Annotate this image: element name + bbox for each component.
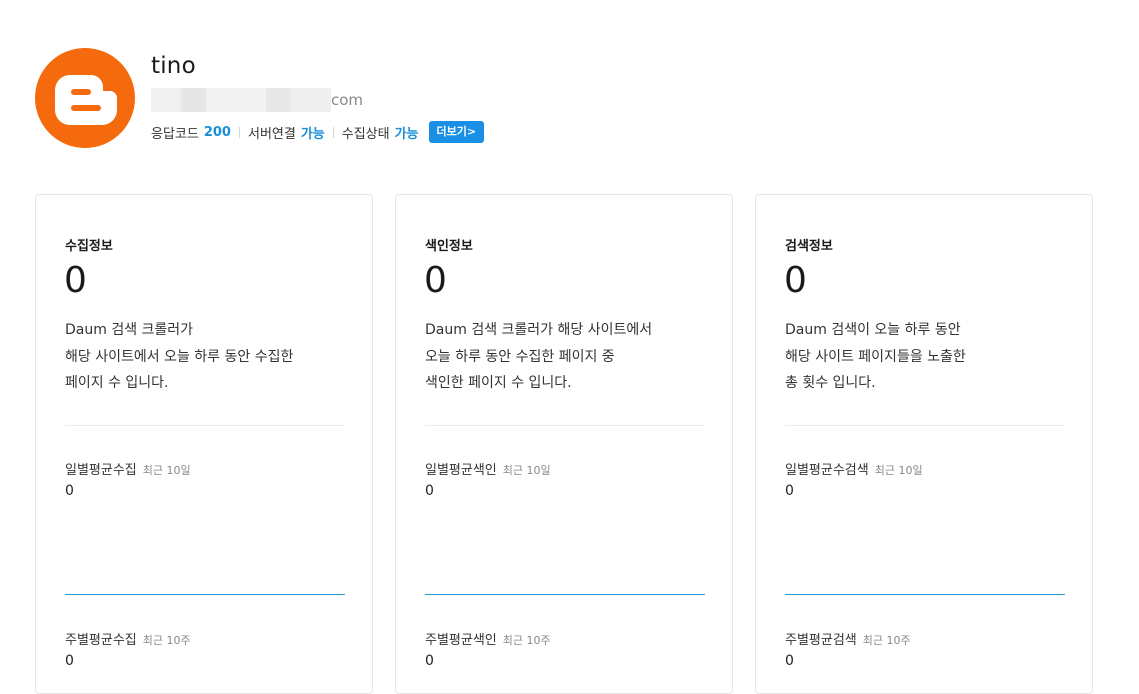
daily-average-value: 0 bbox=[425, 483, 434, 499]
card-title: 수집정보 bbox=[65, 239, 113, 254]
daily-chart-line bbox=[65, 594, 345, 595]
description-line: 페이지 수 입니다. bbox=[65, 375, 169, 391]
weekly-average-label: 주별평균색인 최근 10주 bbox=[425, 629, 551, 648]
divider bbox=[65, 425, 344, 426]
weekly-average-value: 0 bbox=[65, 653, 74, 669]
card-description: Daum 검색 크롤러가 해당 사이트에서 오늘 하루 동안 수집한 페이지 수… bbox=[65, 317, 345, 397]
crawl-status-value: 가능 bbox=[394, 126, 419, 142]
weekly-average-label: 주별평균검색 최근 10주 bbox=[785, 629, 911, 648]
url-suffix: com bbox=[331, 91, 364, 109]
description-line: Daum 검색 크롤러가 해당 사이트에서 bbox=[425, 322, 653, 338]
description-line: 해당 사이트에서 오늘 하루 동안 수집한 bbox=[65, 348, 294, 365]
daily-average-label: 일별평균수검색 최근 10일 bbox=[785, 459, 923, 478]
card-count: 0 bbox=[64, 260, 87, 301]
more-button[interactable]: 더보기> bbox=[428, 121, 485, 143]
daily-average-value: 0 bbox=[65, 483, 74, 499]
stat-label-text: 주별평균검색 bbox=[785, 633, 857, 648]
description-line: 해당 사이트 페이지들을 노출한 bbox=[785, 348, 966, 365]
site-url[interactable]: com bbox=[151, 88, 363, 112]
url-redaction bbox=[151, 88, 331, 112]
description-line: 색인한 페이지 수 입니다. bbox=[425, 375, 572, 391]
site-name: tino bbox=[151, 53, 196, 79]
crawl-status-label: 수집상태 bbox=[341, 126, 390, 142]
card-search-info: 검색정보 0 Daum 검색이 오늘 하루 동안 해당 사이트 페이지들을 노출… bbox=[755, 194, 1093, 694]
divider bbox=[238, 126, 240, 138]
stat-label-text: 주별평균수집 bbox=[65, 633, 137, 648]
daily-average-label: 일별평균수집 최근 10일 bbox=[65, 459, 191, 478]
stat-period: 최근 10주 bbox=[502, 634, 551, 647]
description-line: 총 횟수 입니다. bbox=[785, 375, 876, 391]
card-count: 0 bbox=[424, 260, 447, 301]
divider bbox=[332, 126, 334, 138]
description-line: Daum 검색 크롤러가 bbox=[65, 322, 194, 338]
status-row: 응답코드 200 서버연결 가능 수집상태 가능 더보기> bbox=[151, 121, 485, 143]
stat-label-text: 주별평균색인 bbox=[425, 633, 497, 648]
stat-period: 최근 10일 bbox=[502, 464, 551, 477]
server-connection-label: 서버연결 bbox=[247, 126, 296, 142]
blogger-icon bbox=[55, 75, 117, 125]
stat-period: 최근 10주 bbox=[142, 634, 191, 647]
daily-chart-line bbox=[785, 594, 1065, 595]
description-line: 오늘 하루 동안 수집한 페이지 중 bbox=[425, 348, 615, 365]
daily-average-value: 0 bbox=[785, 483, 794, 499]
card-description: Daum 검색 크롤러가 해당 사이트에서 오늘 하루 동안 수집한 페이지 중… bbox=[425, 317, 705, 397]
stat-label-text: 일별평균색인 bbox=[425, 463, 497, 478]
stat-label-text: 일별평균수검색 bbox=[785, 463, 869, 478]
response-code-label: 응답코드 bbox=[151, 126, 199, 142]
stat-period: 최근 10일 bbox=[142, 464, 191, 477]
weekly-average-value: 0 bbox=[425, 653, 434, 669]
daily-average-label: 일별평균색인 최근 10일 bbox=[425, 459, 551, 478]
card-index-info: 색인정보 0 Daum 검색 크롤러가 해당 사이트에서 오늘 하루 동안 수집… bbox=[395, 194, 733, 694]
stat-period: 최근 10일 bbox=[874, 464, 923, 477]
stat-period: 최근 10주 bbox=[862, 634, 911, 647]
card-count: 0 bbox=[784, 260, 807, 301]
card-description: Daum 검색이 오늘 하루 동안 해당 사이트 페이지들을 노출한 총 횟수 … bbox=[785, 317, 1065, 397]
avatar bbox=[35, 48, 135, 148]
card-title: 검색정보 bbox=[785, 239, 833, 254]
card-crawl-info: 수집정보 0 Daum 검색 크롤러가 해당 사이트에서 오늘 하루 동안 수집… bbox=[35, 194, 373, 694]
weekly-average-label: 주별평균수집 최근 10주 bbox=[65, 629, 191, 648]
server-connection-value: 가능 bbox=[300, 126, 325, 142]
divider bbox=[785, 425, 1064, 426]
site-profile: tino com 응답코드 200 서버연결 가능 수집상태 가능 더보기> bbox=[35, 48, 735, 148]
divider bbox=[425, 425, 704, 426]
weekly-average-value: 0 bbox=[785, 653, 794, 669]
card-title: 색인정보 bbox=[425, 239, 473, 254]
description-line: Daum 검색이 오늘 하루 동안 bbox=[785, 322, 961, 338]
response-code-value: 200 bbox=[203, 124, 231, 140]
daily-chart-line bbox=[425, 594, 705, 595]
stat-label-text: 일별평균수집 bbox=[65, 463, 137, 478]
